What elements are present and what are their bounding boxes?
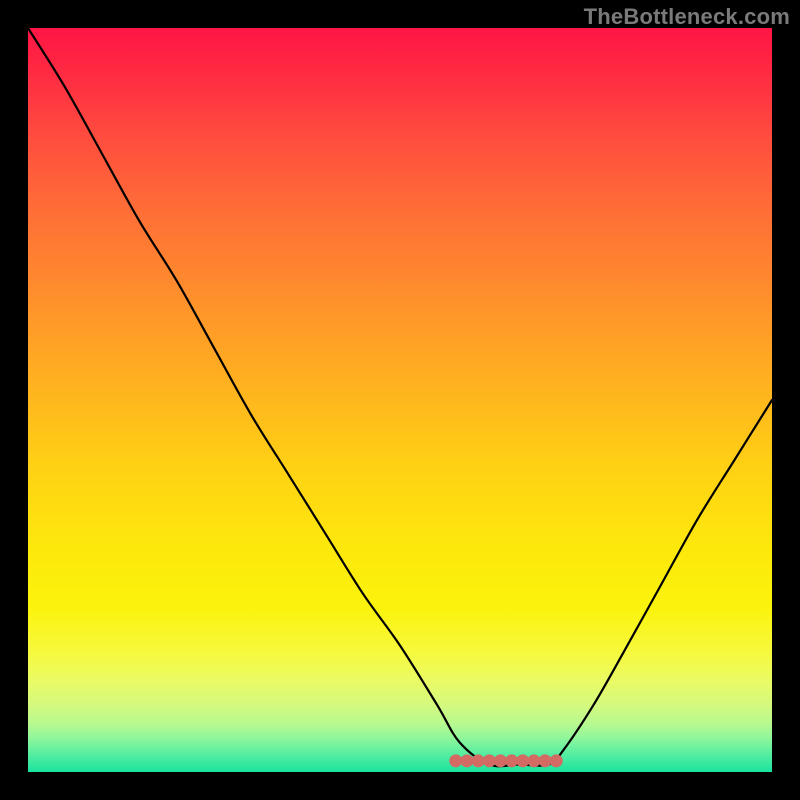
valley-dot bbox=[460, 754, 473, 767]
valley-dot bbox=[527, 754, 540, 767]
chart-container: TheBottleneck.com bbox=[0, 0, 800, 800]
valley-dot bbox=[449, 754, 462, 767]
valley-dot bbox=[505, 754, 518, 767]
valley-dot bbox=[494, 754, 507, 767]
bottleneck-curve bbox=[28, 28, 772, 772]
valley-dot bbox=[516, 754, 529, 767]
valley-dot bbox=[483, 754, 496, 767]
watermark-text: TheBottleneck.com bbox=[584, 4, 790, 30]
valley-dot bbox=[550, 754, 563, 767]
valley-dot bbox=[539, 754, 552, 767]
valley-dot bbox=[472, 754, 485, 767]
